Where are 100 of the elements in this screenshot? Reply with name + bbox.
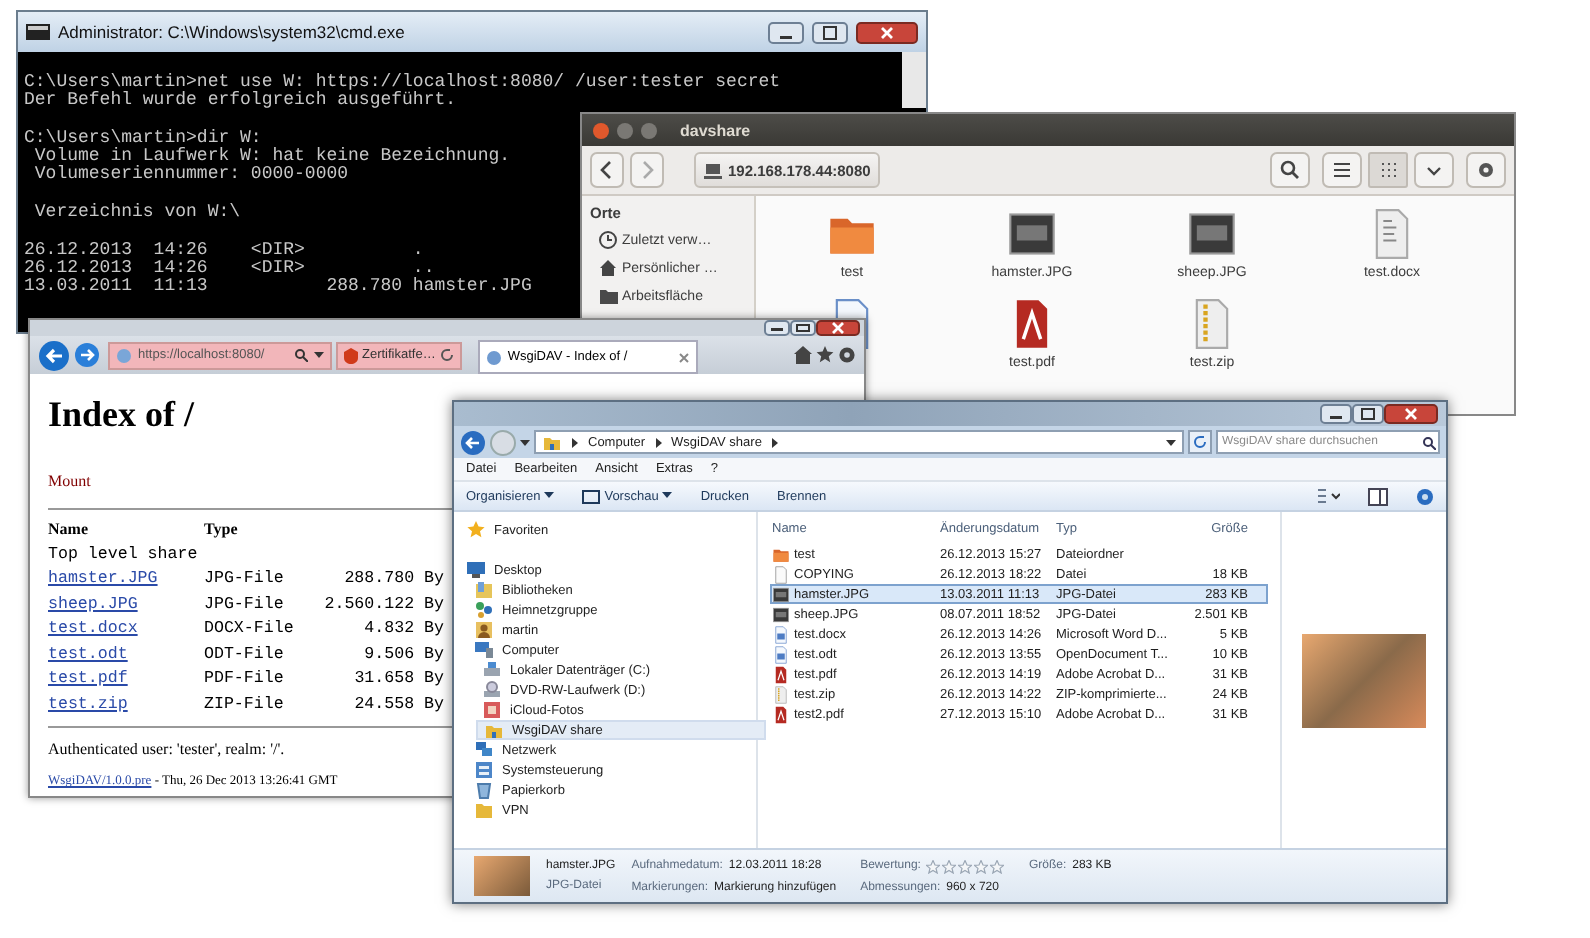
table-cell-text: 31.658 By bbox=[352, 670, 444, 689]
image-file-icon bbox=[1186, 208, 1238, 260]
pdf-icon bbox=[772, 665, 790, 683]
network-folder-icon bbox=[542, 432, 562, 452]
home-icon[interactable] bbox=[794, 346, 812, 364]
console-line: 26.12.2013 14:26 <DIR> . bbox=[24, 242, 424, 260]
table-cell-text: DOCX-File bbox=[204, 620, 296, 639]
forward-button[interactable] bbox=[74, 342, 100, 368]
search-button[interactable] bbox=[1270, 152, 1310, 188]
drive-icon bbox=[482, 660, 502, 680]
table-cell-text: 2.560.122 By bbox=[322, 595, 444, 614]
user-icon bbox=[474, 620, 494, 640]
file-link[interactable]: test.pdf bbox=[48, 670, 128, 689]
star-icon[interactable] bbox=[942, 859, 957, 873]
caret-icon bbox=[544, 492, 555, 500]
control-panel-icon bbox=[474, 760, 494, 780]
back-button[interactable] bbox=[590, 152, 624, 188]
star-icon[interactable] bbox=[816, 346, 834, 364]
search-icon bbox=[294, 348, 308, 362]
disc-drive-icon bbox=[482, 680, 502, 700]
photos-icon bbox=[482, 700, 502, 720]
file-link[interactable]: test.zip bbox=[48, 695, 128, 714]
file-link[interactable]: test.docx bbox=[48, 620, 138, 639]
scrollbar[interactable] bbox=[902, 52, 926, 108]
settings-button[interactable] bbox=[1466, 152, 1506, 188]
monitor-icon bbox=[466, 560, 486, 580]
page-heading: Index of / bbox=[48, 394, 197, 436]
console-line: Verzeichnis von W:\ bbox=[32, 204, 241, 222]
maximize-button[interactable] bbox=[812, 21, 848, 43]
back-button[interactable] bbox=[38, 339, 70, 371]
home-icon bbox=[598, 258, 618, 278]
table-cell-text: 4.832 By bbox=[362, 620, 444, 639]
photo-placeholder bbox=[1302, 633, 1426, 727]
caret-icon bbox=[314, 348, 324, 362]
maximize-button[interactable] bbox=[790, 320, 816, 336]
chevron-icon[interactable] bbox=[653, 435, 664, 449]
caret-icon[interactable] bbox=[1166, 437, 1176, 447]
minimize-button[interactable] bbox=[768, 21, 804, 43]
minimize-button[interactable] bbox=[764, 320, 790, 336]
column-header: Name bbox=[48, 520, 90, 539]
maximize-button[interactable] bbox=[1352, 404, 1384, 424]
photo-placeholder bbox=[474, 856, 530, 896]
image-file-icon bbox=[1006, 208, 1058, 260]
mount-link[interactable]: Mount bbox=[48, 472, 91, 490]
chevron-icon[interactable] bbox=[769, 435, 780, 449]
window-title: davshare bbox=[680, 121, 751, 139]
computer-icon bbox=[474, 640, 494, 660]
people-icon bbox=[474, 600, 494, 620]
chevron-icon[interactable] bbox=[570, 435, 580, 449]
console-line: 26.12.2013 14:26 <DIR> .. bbox=[24, 260, 435, 278]
table-cell-text: Top level share bbox=[48, 545, 200, 564]
auth-text: Authenticated user: 'tester', realm: '/'. bbox=[48, 740, 285, 758]
folder-icon bbox=[598, 286, 618, 306]
search-icon bbox=[1422, 435, 1436, 449]
minimize-button[interactable] bbox=[1320, 404, 1352, 424]
table-cell-text: ZIP-File bbox=[204, 695, 286, 714]
table-cell-text: ODT-File bbox=[204, 645, 286, 664]
file-link[interactable]: hamster.JPG bbox=[48, 570, 158, 589]
caret-button[interactable] bbox=[1414, 152, 1454, 188]
help-icon[interactable] bbox=[1416, 487, 1434, 505]
refresh-icon bbox=[439, 348, 454, 362]
column-header: Type bbox=[204, 520, 240, 539]
grid-view-button[interactable] bbox=[1368, 152, 1408, 188]
back-button[interactable] bbox=[460, 429, 486, 455]
archive-icon bbox=[772, 685, 790, 703]
library-icon bbox=[474, 580, 494, 600]
table-cell-text: 9.506 By bbox=[362, 645, 444, 664]
star-icon[interactable] bbox=[990, 859, 1005, 873]
table-cell-text: 24.558 By bbox=[352, 695, 444, 714]
folder-icon bbox=[772, 545, 790, 563]
console-line: Der Befehl wurde erfolgreich ausgeführt. bbox=[24, 92, 457, 110]
page-icon bbox=[116, 347, 132, 363]
star-icon[interactable] bbox=[974, 859, 989, 873]
window-title: Administrator: C:\Windows\system32\cmd.exe bbox=[58, 22, 407, 42]
list-view-button[interactable] bbox=[1322, 152, 1362, 188]
pdf-icon bbox=[772, 705, 790, 723]
preview-pane-button[interactable] bbox=[1368, 487, 1388, 505]
table-cell-text: JPG-File bbox=[204, 570, 286, 589]
view-options-button[interactable] bbox=[1316, 487, 1340, 505]
refresh-button[interactable] bbox=[1188, 430, 1212, 454]
document-icon bbox=[772, 625, 790, 643]
star-icon[interactable] bbox=[926, 859, 941, 873]
console-line: Volumeseriennummer: 0000-0000 bbox=[32, 166, 349, 184]
close-button[interactable] bbox=[1384, 404, 1438, 424]
close-button[interactable] bbox=[816, 320, 860, 336]
file-link[interactable]: test.odt bbox=[48, 645, 128, 664]
close-icon[interactable] bbox=[677, 351, 690, 363]
clock-icon bbox=[598, 230, 618, 250]
favicon-icon bbox=[485, 349, 502, 365]
caret-icon[interactable] bbox=[520, 437, 530, 447]
table-cell-text: JPG-File bbox=[204, 595, 286, 614]
trash-icon bbox=[474, 780, 494, 800]
star-icon[interactable] bbox=[958, 859, 973, 873]
console-line: 13.03.2011 11:13 288.780 hamster.JPG bbox=[24, 278, 532, 296]
settings-icon[interactable] bbox=[838, 346, 856, 364]
network-folder-icon bbox=[484, 720, 504, 740]
file-link[interactable]: sheep.JPG bbox=[48, 595, 138, 614]
table-cell-text: 288.780 By bbox=[342, 570, 444, 589]
close-button[interactable] bbox=[856, 21, 918, 43]
network-icon bbox=[474, 740, 494, 760]
